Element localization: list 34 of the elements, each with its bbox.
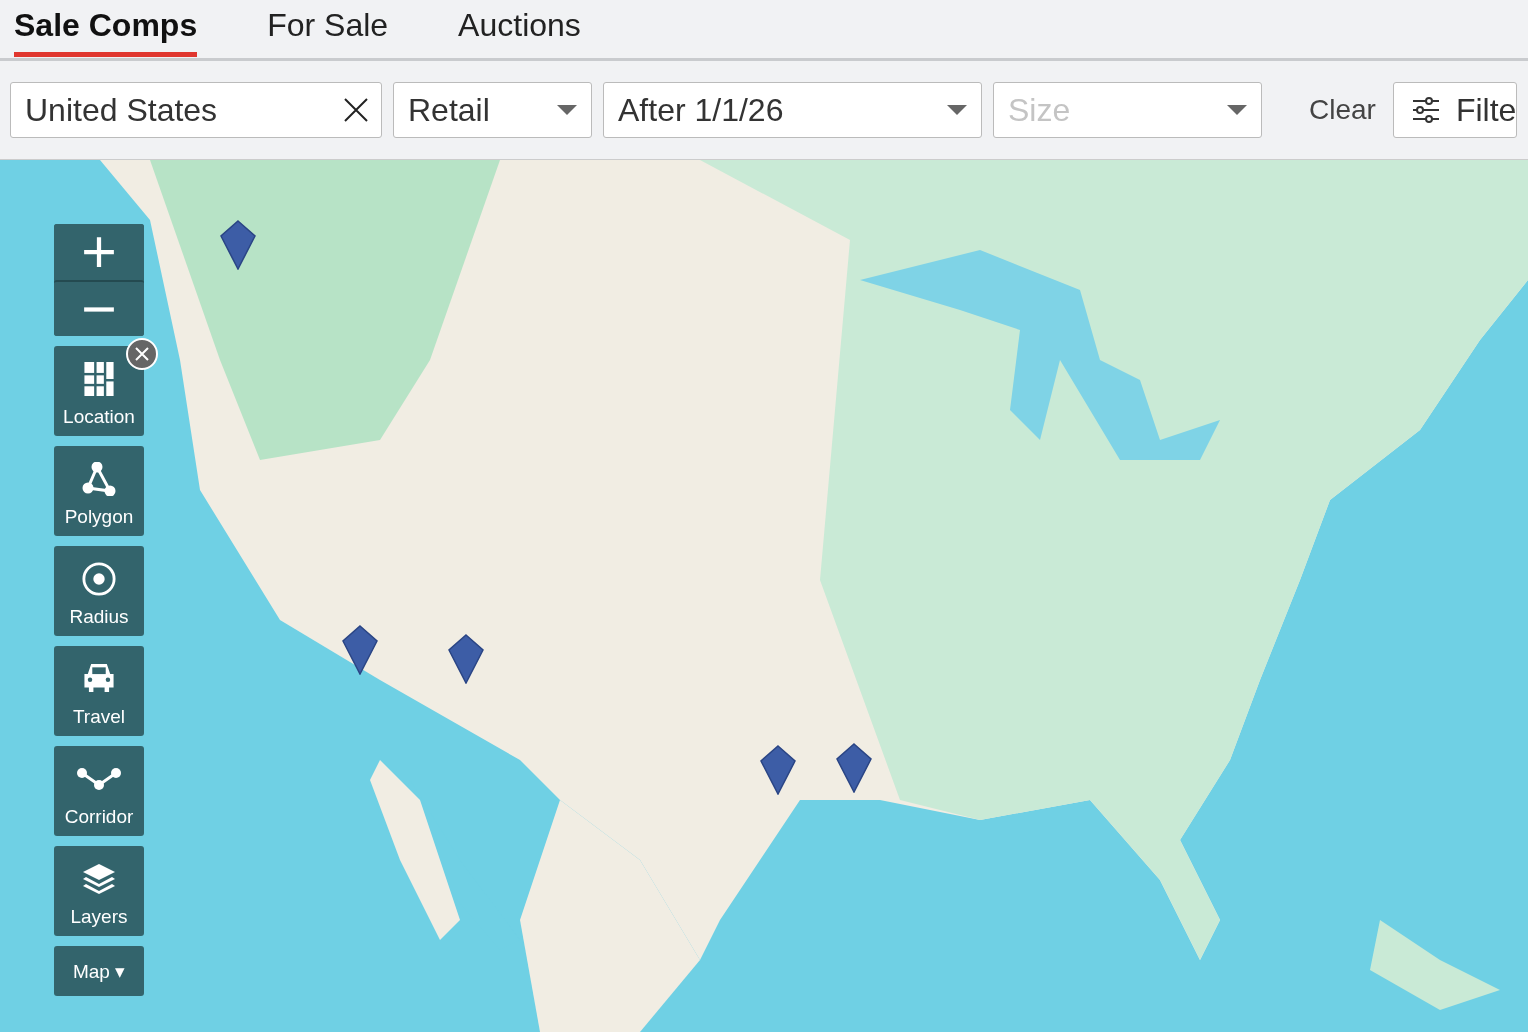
caret-icon: [1227, 105, 1247, 115]
polygon-icon: [82, 462, 116, 496]
grid-icon: [84, 362, 114, 396]
car-icon: [82, 664, 116, 692]
map-tool-button[interactable]: Location: [54, 346, 144, 436]
radius-icon: [82, 562, 116, 596]
minus-icon: [82, 306, 116, 312]
tab[interactable]: For Sale: [267, 0, 389, 57]
zoom-out-button[interactable]: [54, 280, 144, 336]
close-icon: [134, 346, 150, 362]
caret-icon: [557, 105, 577, 115]
map-pin-icon: [220, 220, 256, 270]
caret-icon: [947, 105, 967, 115]
map-tool-button[interactable]: Radius: [54, 546, 144, 636]
sliders-icon: [1411, 96, 1440, 124]
clear-button[interactable]: Clear: [1303, 90, 1382, 130]
type-dropdown[interactable]: Retail: [393, 82, 592, 138]
route-icon: [77, 768, 121, 790]
map-tool-button[interactable]: Polygon: [54, 446, 144, 536]
map-tool-button[interactable]: Travel: [54, 646, 144, 736]
map-pin-icon: [448, 634, 484, 684]
filters-button[interactable]: Filte: [1392, 82, 1518, 138]
map-tool-button[interactable]: Layers: [54, 846, 144, 936]
map-pin-icon: [760, 745, 796, 795]
location-field[interactable]: United States: [10, 82, 382, 138]
date-dropdown[interactable]: After 1/1/26: [603, 82, 982, 138]
map-type-button[interactable]: Map ▾: [54, 946, 144, 996]
plus-icon: [82, 235, 116, 269]
map-pin-icon: [342, 625, 378, 675]
tab[interactable]: Auctions: [458, 0, 581, 57]
map-pin-icon: [836, 743, 872, 793]
map-tool-button[interactable]: Corridor: [54, 746, 144, 836]
clear-icon: [344, 98, 368, 122]
layers-icon: [82, 862, 116, 896]
